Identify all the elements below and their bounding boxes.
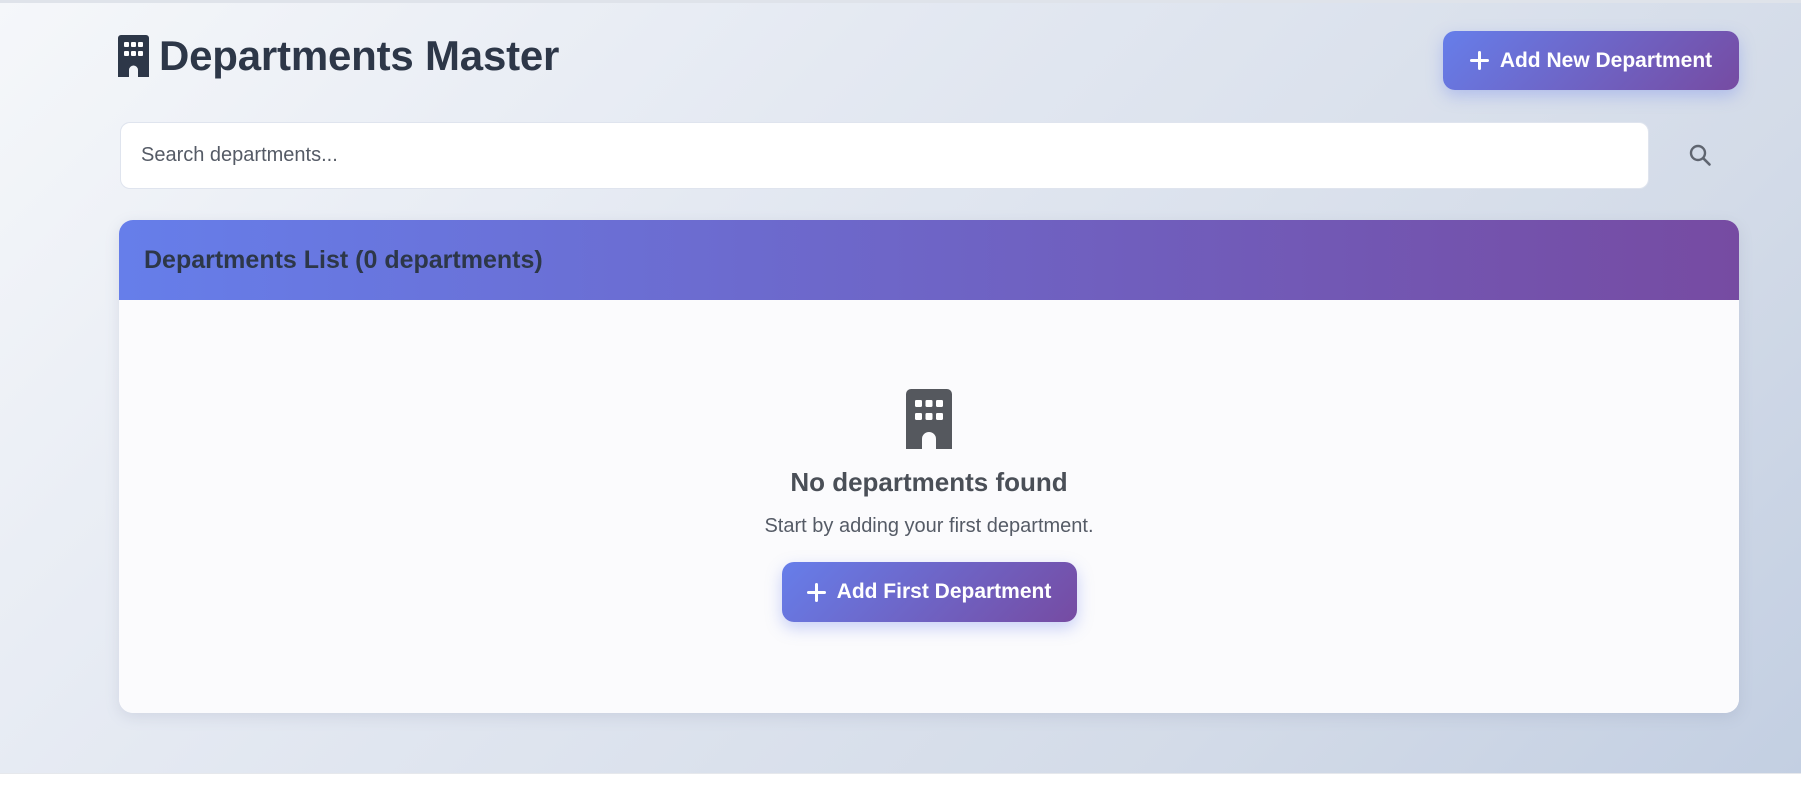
- add-first-department-button[interactable]: Add First Department: [781, 562, 1077, 622]
- departments-list-title: Departments List (0 departments): [144, 245, 543, 274]
- search-bar: [120, 122, 1739, 190]
- plus-icon: [806, 582, 826, 602]
- page-title: Departments Master: [159, 32, 560, 79]
- departments-list-card: Departments List (0 departments) No depa…: [119, 220, 1739, 713]
- building-icon: [118, 35, 149, 77]
- empty-state-title: No departments found: [790, 467, 1068, 497]
- title-group: Departments Master: [118, 32, 559, 80]
- building-icon: [906, 389, 952, 449]
- search-input[interactable]: [120, 122, 1649, 189]
- add-first-department-label: Add First Department: [836, 580, 1052, 603]
- page-header: Departments Master Add New Department: [118, 30, 1739, 94]
- empty-state: No departments found Start by adding you…: [119, 389, 1739, 622]
- add-new-department-button[interactable]: Add New Department: [1443, 31, 1739, 90]
- card-header: Departments List (0 departments): [119, 220, 1739, 300]
- empty-state-subtitle: Start by adding your first department.: [764, 515, 1094, 537]
- search-icon[interactable]: [1688, 143, 1712, 167]
- card-body: No departments found Start by adding you…: [119, 300, 1739, 713]
- add-new-department-label: Add New Department: [1499, 48, 1713, 72]
- bottom-strip: [0, 773, 1801, 791]
- plus-icon: [1469, 51, 1489, 70]
